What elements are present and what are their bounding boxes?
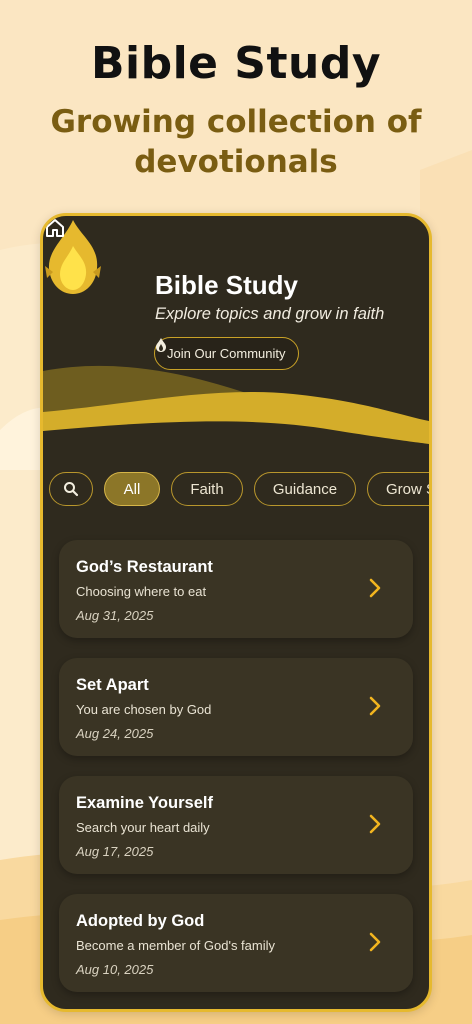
devotional-title: God’s Restaurant xyxy=(76,558,213,576)
home-icon[interactable] xyxy=(43,216,67,240)
app-subtitle: Explore topics and grow in faith xyxy=(155,305,385,323)
phone-frame: Bible Study Explore topics and grow in f… xyxy=(40,213,432,1012)
devotional-card[interactable]: Adopted by God Become a member of God's … xyxy=(59,894,413,992)
promo-title: Bible Study xyxy=(90,38,382,89)
chevron-right-icon[interactable] xyxy=(365,812,385,836)
app-title: Bible Study xyxy=(155,270,299,300)
filter-chip-guidance[interactable]: Guidance xyxy=(254,472,356,506)
join-community-button[interactable]: Join Our Community xyxy=(154,337,300,370)
promo-subtitle-line-1: Growing collection of xyxy=(50,104,422,140)
search-icon xyxy=(64,482,79,497)
devotional-date: Aug 31, 2025 xyxy=(76,608,154,623)
devotional-title: Adopted by God xyxy=(76,912,205,930)
search-button[interactable] xyxy=(49,472,93,506)
devotional-subtitle: You are chosen by God xyxy=(76,702,212,717)
promo-subtitle: Growing collection of devotionals xyxy=(20,102,452,182)
devotional-subtitle: Search your heart daily xyxy=(76,820,210,835)
devotional-title: Set Apart xyxy=(76,676,149,694)
filter-chip-all[interactable]: All xyxy=(104,472,160,506)
filter-chip-grow[interactable]: Grow S xyxy=(367,472,429,506)
fire-icon xyxy=(156,338,166,352)
filter-chips: All Faith Guidance Grow S xyxy=(49,472,429,512)
chevron-right-icon[interactable] xyxy=(365,930,385,954)
devotional-title: Examine Yourself xyxy=(76,794,213,812)
app-header: Bible Study Explore topics and grow in f… xyxy=(43,216,429,456)
devotional-subtitle: Become a member of God's family xyxy=(76,938,275,953)
devotional-subtitle: Choosing where to eat xyxy=(76,584,207,599)
join-community-label: Join Our Community xyxy=(167,346,286,361)
devotional-card[interactable]: Set Apart You are chosen by God Aug 24, … xyxy=(59,658,413,756)
chevron-right-icon[interactable] xyxy=(365,694,385,718)
promo-subtitle-line-2: devotionals xyxy=(134,144,338,180)
devotional-date: Aug 10, 2025 xyxy=(76,962,154,977)
devotional-date: Aug 24, 2025 xyxy=(76,726,154,741)
devotional-date: Aug 17, 2025 xyxy=(76,844,154,859)
chevron-right-icon[interactable] xyxy=(365,576,385,600)
filter-chip-faith[interactable]: Faith xyxy=(171,472,243,506)
devotional-card[interactable]: Examine Yourself Search your heart daily… xyxy=(59,776,413,874)
devotional-card[interactable]: God’s Restaurant Choosing where to eat A… xyxy=(59,540,413,638)
